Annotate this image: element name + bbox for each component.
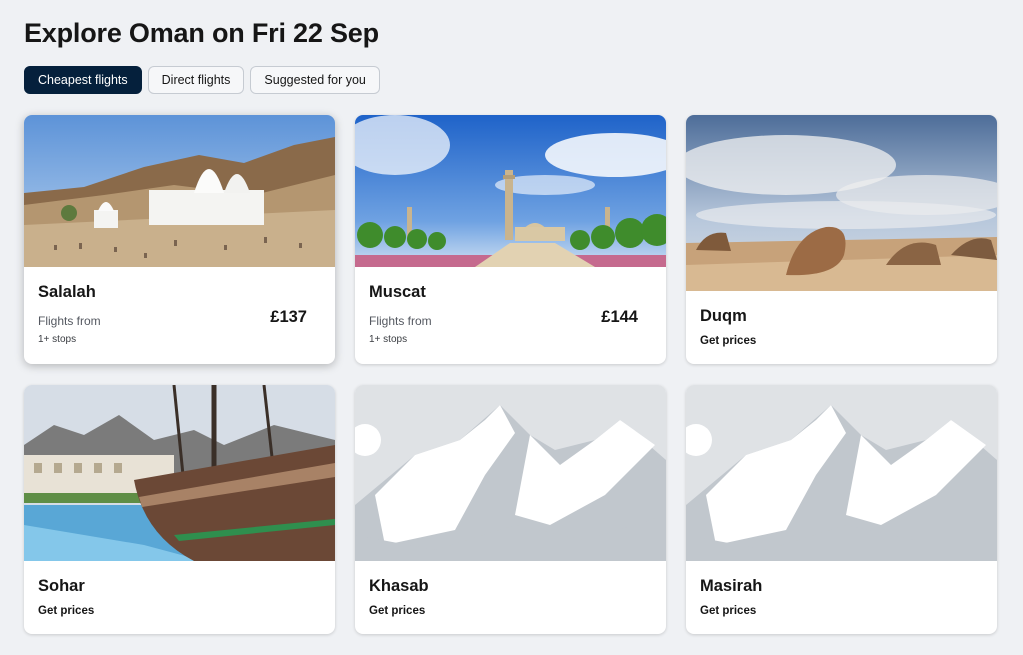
city-name: Duqm [700,307,747,325]
flights-from-label: Flights from [369,314,432,328]
destination-card-muscat[interactable]: Muscat Flights from £144 1+ stops [355,115,666,364]
city-name: Salalah [38,283,96,301]
price: £137 [270,308,307,326]
destination-card-khasab[interactable]: Khasab Get prices [355,385,666,634]
card-details: Sohar Get prices [24,561,335,617]
stops-info: 1+ stops [38,334,77,345]
card-details: Masirah Get prices [686,561,997,617]
get-prices-link[interactable]: Get prices [700,605,983,617]
grand-mosque-photo [355,115,666,267]
card-details: Muscat Flights from £144 1+ stops [355,267,666,345]
dhow-ship-photo [24,385,335,561]
destination-card-duqm[interactable]: Duqm Get prices [686,115,997,364]
card-details: Khasab Get prices [355,561,666,617]
get-prices-link[interactable]: Get prices [700,335,983,347]
filter-direct-flights[interactable]: Direct flights [147,66,245,94]
mountain-placeholder-icon [686,385,997,561]
card-details: Salalah Flights from £137 1+ stops [24,267,335,345]
stops-info: 1+ stops [369,334,408,345]
page-title: Explore Oman on Fri 22 Sep [24,18,379,48]
city-name: Muscat [369,283,426,301]
price: £144 [601,308,638,326]
city-name: Masirah [700,577,763,595]
card-details: Duqm Get prices [686,291,997,347]
destination-card-sohar[interactable]: Sohar Get prices [24,385,335,634]
get-prices-link[interactable]: Get prices [369,605,652,617]
city-name: Khasab [369,577,429,595]
filter-suggested-for-you[interactable]: Suggested for you [250,66,380,94]
filter-cheapest-flights[interactable]: Cheapest flights [24,66,142,94]
get-prices-link[interactable]: Get prices [38,605,321,617]
explore-page: Explore Oman on Fri 22 Sep Cheapest flig… [0,0,1023,655]
destination-card-masirah[interactable]: Masirah Get prices [686,385,997,634]
flights-from-label: Flights from [38,314,101,328]
destination-card-salalah[interactable]: Salalah Flights from £137 1+ stops [24,115,335,364]
mountain-placeholder-icon [355,385,666,561]
filter-tabs: Cheapest flights Direct flights Suggeste… [24,66,380,94]
desert-shrine-photo [24,115,335,267]
rock-garden-photo [686,115,997,291]
city-name: Sohar [38,577,85,595]
